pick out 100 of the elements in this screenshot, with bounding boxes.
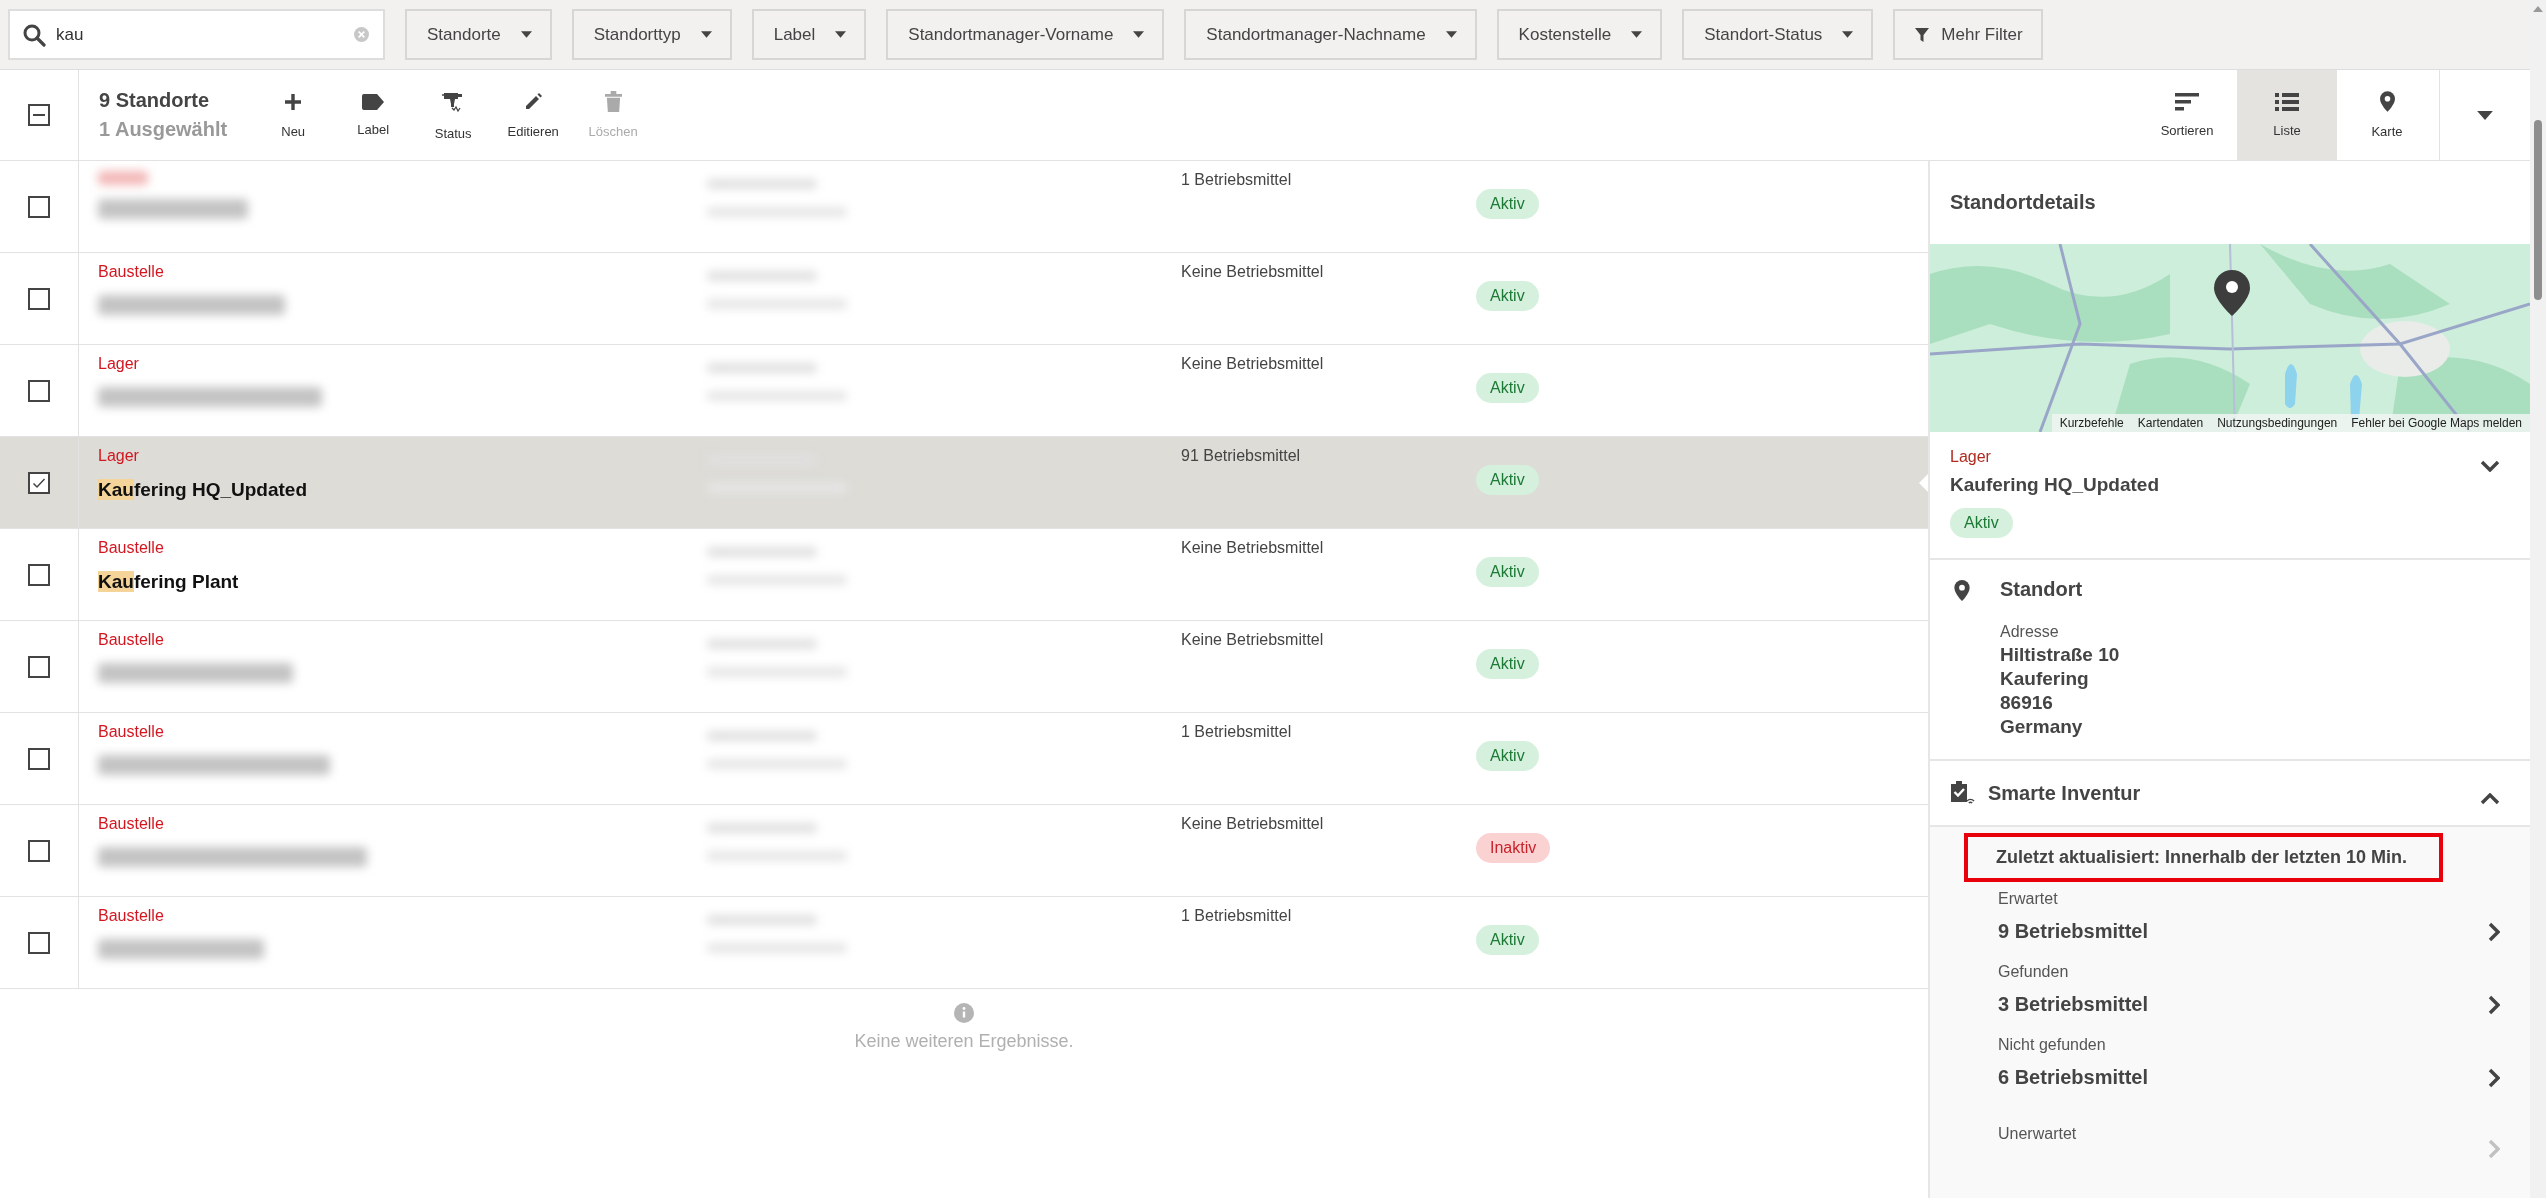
chevron-icon[interactable] bbox=[2480, 460, 2500, 472]
location-type: Baustelle bbox=[98, 723, 165, 741]
filter-button[interactable]: Standortmanager-Vorname bbox=[886, 9, 1165, 60]
chevron-icon[interactable] bbox=[2480, 793, 2500, 805]
sort-icon bbox=[2175, 92, 2199, 111]
status-badge: Aktiv bbox=[1476, 741, 1539, 771]
location-type: Baustelle bbox=[98, 539, 165, 557]
location-row[interactable]: 1 Betriebsmittel Aktiv bbox=[0, 161, 1928, 253]
filter-button[interactable]: Standort-Status bbox=[1682, 9, 1874, 60]
item-label: Nicht gefunden bbox=[1998, 1036, 2107, 1054]
status-badge: Aktiv bbox=[1476, 925, 1539, 955]
caret-icon bbox=[1842, 31, 1854, 38]
map-pin-icon bbox=[2214, 270, 2250, 316]
row-checkbox[interactable] bbox=[28, 287, 50, 310]
inventory-item[interactable]: Gefunden 3 Betriebsmittel bbox=[1964, 955, 2500, 1028]
caret-icon bbox=[1445, 31, 1457, 38]
view-tab[interactable]: Sortieren bbox=[2137, 70, 2237, 160]
row-checkbox[interactable] bbox=[28, 379, 50, 402]
location-type: Lager bbox=[1950, 448, 1991, 466]
location-name: Kaufering Plant bbox=[98, 571, 240, 593]
scrollbar[interactable] bbox=[2530, 0, 2546, 1198]
toolbar-button[interactable]: Status bbox=[413, 70, 494, 160]
address-line: 86916 bbox=[2000, 691, 2054, 715]
view-tab[interactable]: Karte bbox=[2337, 70, 2437, 160]
select-all-checkbox[interactable] bbox=[28, 104, 50, 126]
toolbar-button[interactable]: Neu bbox=[253, 70, 334, 160]
list-icon bbox=[2275, 92, 2299, 111]
row-checkbox[interactable] bbox=[28, 655, 50, 678]
row-checkbox[interactable] bbox=[28, 195, 50, 218]
location-row[interactable]: Baustelle Keine Betriebsmittel Aktiv bbox=[0, 253, 1928, 345]
toolbar-button[interactable]: Editieren bbox=[493, 70, 574, 160]
item-label: Unerwartet bbox=[1998, 1125, 2077, 1143]
status-badge: Inaktiv bbox=[1476, 833, 1551, 863]
location-type: Baustelle bbox=[98, 631, 165, 649]
map-footer-link[interactable]: Kartendaten bbox=[2137, 416, 2204, 430]
selected-count: 1 Ausgewählt bbox=[99, 118, 228, 141]
map-footer-link[interactable]: Fehler bei Google Maps melden bbox=[2351, 416, 2522, 430]
map-footer-link[interactable]: Nutzungsbedingungen bbox=[2217, 416, 2338, 430]
asset-count: 1 Betriebsmittel bbox=[1181, 907, 1292, 924]
asset-count: Keine Betriebsmittel bbox=[1181, 355, 1324, 372]
address-line: Hiltistraße 10 bbox=[2000, 643, 2120, 667]
section-title: Standort bbox=[2000, 578, 2084, 601]
filter-button[interactable]: Standorttyp bbox=[571, 9, 732, 60]
end-of-list-message: Keine weiteren Ergebnisse. bbox=[854, 1031, 1074, 1052]
view-tab[interactable]: Liste bbox=[2237, 70, 2337, 160]
location-row[interactable]: Baustelle 1 Betriebsmittel Aktiv bbox=[0, 897, 1928, 989]
search-field[interactable]: kau bbox=[8, 9, 385, 60]
dropdown-caret-icon[interactable] bbox=[2477, 110, 2493, 120]
caret-icon bbox=[1133, 31, 1145, 38]
filter-button[interactable]: Standortmanager-Nachname bbox=[1184, 9, 1477, 60]
filter-button[interactable]: Label bbox=[751, 9, 867, 60]
asset-count: Keine Betriebsmittel bbox=[1181, 263, 1324, 280]
status-badge: Aktiv bbox=[1476, 557, 1539, 587]
location-row[interactable]: Baustelle 1 Betriebsmittel Aktiv bbox=[0, 713, 1928, 805]
filter-button[interactable]: Mehr Filter bbox=[1893, 9, 2043, 60]
caret-icon bbox=[835, 31, 847, 38]
address-line: Kaufering bbox=[2000, 667, 2090, 691]
map-footer-link[interactable]: Kurzbefehle bbox=[2059, 416, 2124, 430]
row-checkbox[interactable] bbox=[28, 747, 50, 770]
row-checkbox[interactable] bbox=[28, 839, 50, 862]
row-checkbox[interactable] bbox=[28, 563, 50, 586]
trash-icon bbox=[604, 91, 622, 112]
caret-icon bbox=[520, 31, 532, 38]
location-row[interactable]: Lager Keine Betriebsmittel Aktiv bbox=[0, 345, 1928, 437]
location-name: Kaufering HQ_Updated bbox=[1950, 474, 2160, 496]
caret-icon bbox=[700, 31, 712, 38]
location-row[interactable]: Baustelle Keine Betriebsmittel Inaktiv bbox=[0, 805, 1928, 897]
section-title: Smarte Inventur bbox=[1988, 781, 2142, 805]
caret-icon bbox=[1631, 31, 1643, 38]
filter-button[interactable]: Standorte bbox=[405, 9, 552, 60]
toolbar-button[interactable]: Label bbox=[333, 70, 414, 160]
inventory-item[interactable]: Nicht gefunden 6 Betriebsmittel bbox=[1964, 1028, 2500, 1101]
status-badge: Aktiv bbox=[1476, 649, 1539, 679]
selection-pointer-icon bbox=[1919, 474, 1928, 492]
status-badge: Aktiv bbox=[1476, 281, 1539, 311]
result-count: 9 Standorte bbox=[99, 89, 211, 112]
info-icon bbox=[954, 1003, 974, 1023]
location-type: Baustelle bbox=[98, 263, 165, 281]
scroll-thumb[interactable] bbox=[2534, 120, 2542, 300]
field-label: Adresse bbox=[2000, 623, 2060, 641]
location-type: Lager bbox=[98, 447, 140, 465]
location-type: Baustelle bbox=[98, 815, 165, 833]
plus-icon bbox=[283, 91, 304, 112]
item-label: Erwartet bbox=[1998, 890, 2059, 908]
item-value: 3 Betriebsmittel bbox=[1998, 993, 2149, 1016]
status-badge: Aktiv bbox=[1476, 373, 1539, 403]
asset-count: 1 Betriebsmittel bbox=[1181, 723, 1292, 740]
inventory-item[interactable]: Erwartet 9 Betriebsmittel bbox=[1964, 882, 2500, 955]
row-checkbox[interactable] bbox=[28, 931, 50, 954]
location-type: Lager bbox=[98, 355, 140, 373]
location-row[interactable]: Baustelle Kaufering Plant Keine Betriebsmittel Aktiv bbox=[0, 529, 1928, 621]
tag-icon bbox=[362, 93, 385, 110]
location-type: Baustelle bbox=[98, 907, 165, 925]
location-row[interactable]: Lager Kaufering HQ_Updated 91 Betriebsmittel Aktiv bbox=[0, 437, 1928, 529]
filter-button[interactable]: Kostenstelle bbox=[1496, 9, 1663, 60]
asset-count: Keine Betriebsmittel bbox=[1181, 631, 1324, 648]
pencil-icon bbox=[523, 91, 544, 112]
row-checkbox[interactable] bbox=[28, 471, 50, 494]
location-row[interactable]: Baustelle Keine Betriebsmittel Aktiv bbox=[0, 621, 1928, 713]
item-value: 6 Betriebsmittel bbox=[1998, 1066, 2149, 1089]
